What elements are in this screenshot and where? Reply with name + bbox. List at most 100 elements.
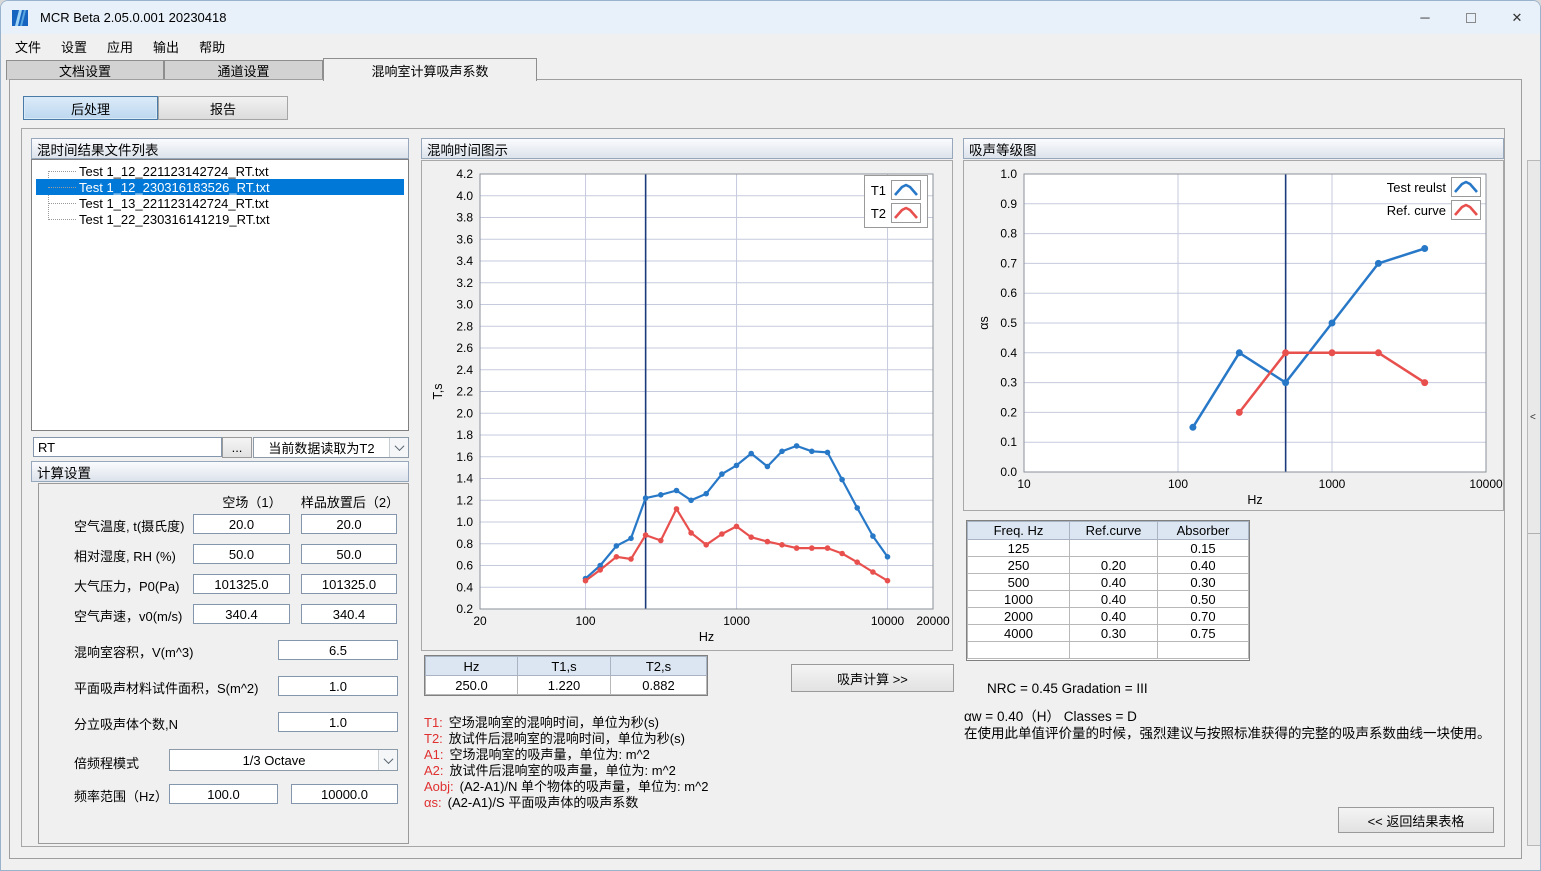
rt-readout-table: Hz T1,s T2,s 250.0 1.220 0.882: [425, 656, 707, 695]
series-curve-icon: [891, 180, 921, 200]
legend-label: Ref. curve: [1387, 203, 1446, 218]
sample-area-input[interactable]: [278, 676, 398, 696]
grade-chart-title: 吸声等级图: [969, 139, 1037, 159]
calc-settings-header: 计算设置: [31, 461, 409, 482]
browse-button[interactable]: ...: [222, 437, 252, 458]
svg-text:0.8: 0.8: [1000, 227, 1017, 241]
octave-mode-value: 1/3 Octave: [170, 753, 378, 768]
tab-document-settings[interactable]: 文档设置: [6, 60, 164, 80]
grade-table: Freq. Hz Ref.curve Absorber 1250.15 2500…: [967, 521, 1249, 659]
rt-chart[interactable]: 0.20.40.60.81.01.21.41.61.82.02.22.42.62…: [421, 160, 953, 651]
col-header-with-sample: 样品放置后（2）: [296, 492, 404, 511]
rt-val-t1: 1.220: [518, 676, 611, 695]
absorber-count-input[interactable]: [278, 712, 398, 732]
grade-col-ref: Ref.curve: [1070, 522, 1158, 540]
file-item[interactable]: Test 1_13_221123142724_RT.txt: [36, 195, 404, 211]
legend-label: T1: [871, 183, 886, 198]
svg-text:0.8: 0.8: [456, 537, 473, 551]
air-temp-2-input[interactable]: [301, 514, 397, 534]
col-header-empty-room: 空场（1）: [204, 492, 300, 511]
close-button[interactable]: ✕: [1494, 1, 1540, 34]
calc-settings-title: 计算设置: [37, 462, 91, 482]
side-panel-splitter[interactable]: <: [1527, 160, 1541, 846]
collapse-arrow-icon[interactable]: <: [1530, 412, 1536, 423]
svg-text:1.6: 1.6: [456, 450, 473, 464]
room-volume-input[interactable]: [278, 640, 398, 660]
grade-chart[interactable]: 0.00.10.20.30.40.50.60.70.80.91.01010010…: [963, 160, 1504, 511]
svg-text:2.8: 2.8: [456, 319, 473, 333]
single-value-note: 在使用此单值评价量的时候，强烈建议与按照标准获得的完整的吸声系数曲线一块使用。: [964, 722, 1491, 742]
menu-help[interactable]: 帮助: [189, 34, 235, 59]
subtab-report[interactable]: 报告: [158, 96, 288, 120]
grade-col-absorber: Absorber: [1158, 522, 1249, 540]
humidity-1-input[interactable]: [193, 544, 290, 564]
main-tab-strip: 文档设置 通道设置 混响室计算吸声系数: [1, 58, 1540, 80]
splitter-divider: [1528, 533, 1541, 534]
file-list-header: 混时间结果文件列表: [31, 138, 409, 159]
rt-chart-legend: T1T2: [864, 175, 928, 228]
svg-text:3.8: 3.8: [456, 211, 473, 225]
air-temp-label: 空气温度, t(摄氏度): [74, 516, 185, 535]
svg-text:4.0: 4.0: [456, 189, 473, 203]
svg-text:1.0: 1.0: [1000, 167, 1017, 181]
pressure-2-input[interactable]: [301, 574, 397, 594]
sound-speed-1-input[interactable]: [193, 604, 290, 624]
rt-chart-title: 混响时间图示: [427, 139, 508, 159]
maximize-icon: [1466, 13, 1476, 23]
absorption-calc-button[interactable]: 吸声计算 >>: [791, 664, 954, 692]
rt-readout-table-wrap: Hz T1,s T2,s 250.0 1.220 0.882: [424, 655, 708, 696]
menu-settings[interactable]: 设置: [51, 34, 97, 59]
data-read-as-combo[interactable]: 当前数据读取为T2: [253, 437, 409, 458]
svg-text:3.4: 3.4: [456, 254, 473, 268]
sound-speed-2-input[interactable]: [301, 604, 397, 624]
rt-val-t2: 0.882: [611, 676, 707, 695]
menu-file[interactable]: 文件: [5, 34, 51, 59]
octave-mode-combo[interactable]: 1/3 Octave: [169, 749, 398, 771]
app-window: MCR Beta 2.05.0.001 20230418 ─ ✕ 文件 设置 应…: [0, 0, 1541, 871]
rt-col-t1: T1,s: [518, 657, 611, 676]
sample-area-label: 平面吸声材料试件面积，S(m^2): [74, 678, 259, 697]
subtab-postprocess[interactable]: 后处理: [23, 96, 158, 120]
humidity-2-input[interactable]: [301, 544, 397, 564]
chevron-down-icon: [389, 438, 408, 457]
tab-channel-settings[interactable]: 通道设置: [164, 60, 323, 80]
title-bar: MCR Beta 2.05.0.001 20230418 ─ ✕: [1, 1, 1540, 34]
menu-output[interactable]: 输出: [143, 34, 189, 59]
rt-name-input[interactable]: [33, 437, 222, 457]
svg-text:3.6: 3.6: [456, 232, 473, 246]
svg-text:0.4: 0.4: [456, 580, 473, 594]
series-curve-icon: [891, 203, 921, 223]
tab-reverb-room-absorption[interactable]: 混响室计算吸声系数: [323, 58, 537, 81]
legend-label: Test reulst: [1387, 180, 1446, 195]
grade-row: 5000.400.30: [968, 574, 1249, 591]
pressure-1-input[interactable]: [193, 574, 290, 594]
grade-table-wrap: Freq. Hz Ref.curve Absorber 1250.15 2500…: [966, 520, 1250, 661]
rt-col-hz: Hz: [426, 657, 518, 676]
nrc-result: NRC = 0.45 Gradation = III: [987, 681, 1148, 696]
menu-application[interactable]: 应用: [97, 34, 143, 59]
grade-row: 20000.400.70: [968, 608, 1249, 625]
freq-max-input[interactable]: [291, 784, 398, 804]
svg-text:3.2: 3.2: [456, 276, 473, 290]
svg-text:Hz: Hz: [1247, 493, 1262, 507]
back-to-results-button[interactable]: << 返回结果表格: [1338, 807, 1494, 833]
file-item[interactable]: Test 1_22_230316141219_RT.txt: [36, 211, 404, 227]
freq-range-label: 频率范围（Hz）: [74, 786, 168, 805]
svg-text:Hz: Hz: [699, 630, 714, 644]
file-item[interactable]: Test 1_12_221123142724_RT.txt: [36, 163, 404, 179]
rt-col-t2: T2,s: [611, 657, 707, 676]
air-temp-1-input[interactable]: [193, 514, 290, 534]
maximize-button[interactable]: [1448, 1, 1494, 34]
file-item-selected[interactable]: Test 1_12_230316183526_RT.txt: [36, 179, 404, 195]
svg-text:2.0: 2.0: [456, 406, 473, 420]
rt-chart-plot[interactable]: 0.20.40.60.81.01.21.41.61.82.02.22.42.62…: [422, 161, 952, 650]
absorber-count-label: 分立吸声体个数,N: [74, 714, 178, 733]
grade-row: 1250.15: [968, 540, 1249, 557]
freq-min-input[interactable]: [169, 784, 278, 804]
svg-text:10000: 10000: [1469, 477, 1503, 491]
svg-text:0.3: 0.3: [1000, 376, 1017, 390]
minimize-button[interactable]: ─: [1402, 1, 1448, 34]
svg-text:1000: 1000: [1319, 477, 1346, 491]
grade-row-empty: [968, 642, 1249, 659]
svg-text:0.2: 0.2: [456, 602, 473, 616]
